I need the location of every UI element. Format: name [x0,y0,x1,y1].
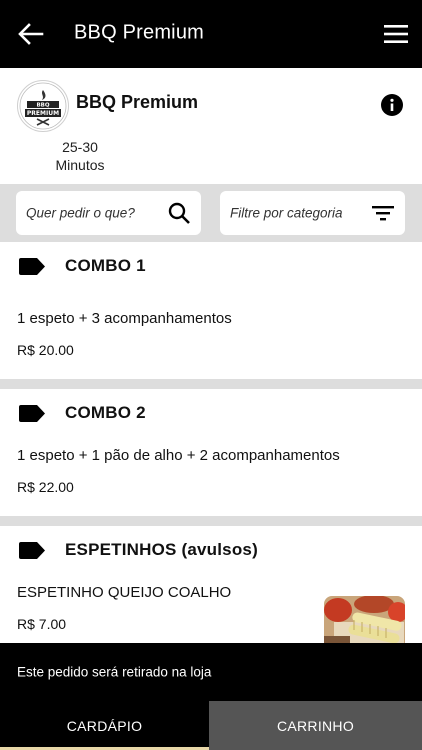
eta-unit: Minutos [55,157,105,173]
tab-cart[interactable]: CARRINHO [209,701,422,750]
store-logo: BBQ PREMIUM [17,80,69,132]
app-header: BBQ Premium [0,0,422,68]
item-price: R$ 20.00 [17,342,74,358]
filter-bar: Quer pedir o que? Filtre por categoria [0,184,422,242]
eta-range: 25-30 [62,139,98,155]
section-header: COMBO 1 [17,242,407,290]
section-title: ESPETINHOS (avulsos) [65,540,258,559]
info-icon[interactable] [381,94,403,116]
tag-icon [19,258,45,275]
tag-icon [19,405,45,422]
tab-menu-label: CARDÁPIO [66,717,143,734]
category-placeholder: Filtre por categoria [230,205,343,221]
tab-cart-label: CARRINHO [276,717,355,734]
tag-icon [19,542,45,559]
section-header: ESPETINHOS (avulsos) [17,526,407,574]
delivery-time: 25-30 Minutos [40,138,120,174]
filter-icon[interactable] [371,201,395,225]
search-input[interactable]: Quer pedir o que? [16,191,201,235]
search-icon[interactable] [167,201,191,225]
item-price: R$ 7.00 [17,616,67,632]
item-title[interactable]: ESPETINHO QUEIJO COALHO [17,584,231,601]
pickup-notice-text: Este pedido será retirado na loja [17,664,212,680]
section-divider [0,379,422,389]
menu-section: ESPETINHOS (avulsos) ESPETINHO QUEIJO CO… [0,526,422,652]
page-title: BBQ Premium [74,21,205,44]
section-divider [0,516,422,526]
item-price: R$ 22.00 [17,479,74,495]
bottom-tabs: CARDÁPIO CARRINHO [0,701,422,750]
svg-text:PREMIUM: PREMIUM [27,110,59,117]
bbq-logo-icon: BBQ PREMIUM [19,82,67,130]
item-title[interactable]: 1 espeto + 3 acompanhamentos [17,310,232,327]
menu-section: COMBO 2 1 espeto + 1 pão de alho + 2 aco… [0,389,422,516]
section-title: COMBO 1 [65,256,146,275]
section-title: COMBO 2 [65,403,146,422]
search-placeholder: Quer pedir o que? [26,205,135,221]
hamburger-menu-icon[interactable] [382,22,410,46]
section-header: COMBO 2 [17,389,407,437]
item-title[interactable]: 1 espeto + 1 pão de alho + 2 acompanhame… [17,447,340,464]
category-filter[interactable]: Filtre por categoria [220,191,405,235]
store-name: BBQ Premium [76,92,199,112]
pickup-notice: Este pedido será retirado na loja [0,643,422,701]
arrow-left-icon[interactable] [16,22,44,46]
svg-text:BBQ: BBQ [36,103,49,109]
tab-menu[interactable]: CARDÁPIO [0,701,209,750]
menu-section: COMBO 1 1 espeto + 3 acompanhamentos R$ … [0,242,422,379]
store-header: BBQ PREMIUM BBQ Premium 25-30 Minutos [0,68,422,184]
